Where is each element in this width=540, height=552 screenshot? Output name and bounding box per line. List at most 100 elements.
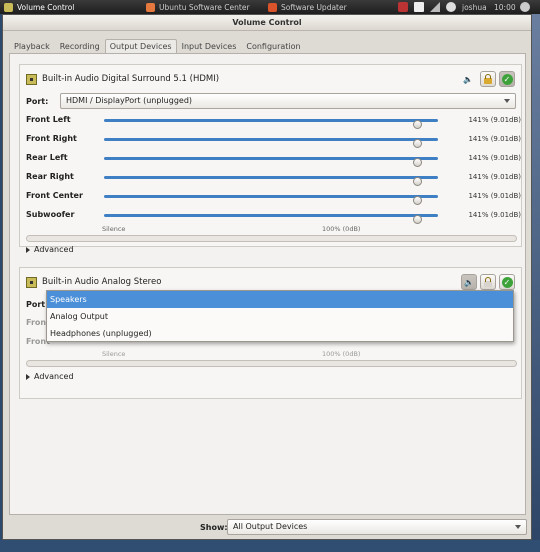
horizontal-scrollbar[interactable] xyxy=(26,360,517,367)
network-icon[interactable] xyxy=(430,2,440,12)
show-devices-select[interactable]: All Output Devices xyxy=(227,519,527,535)
audio-card-icon xyxy=(26,73,37,85)
channel-label: Rear Left xyxy=(26,153,68,162)
taskbar-item-software-updater[interactable]: Software Updater xyxy=(264,0,384,14)
volume-slider[interactable] xyxy=(104,138,438,148)
horizontal-scrollbar[interactable] xyxy=(26,235,517,242)
volume-slider[interactable] xyxy=(104,176,438,186)
device-header: Built-in Audio Digital Surround 5.1 (HDM… xyxy=(26,71,515,87)
channel-row-front-left: Front Left 141% (9.01dB) xyxy=(26,114,521,129)
power-icon[interactable] xyxy=(520,2,530,12)
lock-channels-button[interactable] xyxy=(480,71,496,87)
taskbar-item-label: Ubuntu Software Center xyxy=(159,2,250,12)
advanced-label: Advanced xyxy=(34,245,74,254)
check-icon: ✓ xyxy=(501,276,513,288)
channel-value: 141% (9.01dB) xyxy=(468,192,521,200)
volume-slider[interactable] xyxy=(104,195,438,205)
port-option-headphones[interactable]: Headphones (unplugged) xyxy=(47,325,513,342)
slider-handle[interactable] xyxy=(413,215,422,224)
advanced-label: Advanced xyxy=(34,372,74,381)
top-panel: Volume Control Ubuntu Software Center So… xyxy=(0,0,540,14)
channel-row-front-right: Front Right 141% (9.01dB) xyxy=(26,133,521,148)
taskbar-item-software-center[interactable]: Ubuntu Software Center xyxy=(142,0,262,14)
software-center-app-icon xyxy=(146,2,155,12)
chevron-down-icon xyxy=(504,99,510,103)
slider-handle[interactable] xyxy=(413,139,422,148)
channel-row-subwoofer: Subwoofer 141% (9.01dB) xyxy=(26,209,521,224)
window-titlebar[interactable]: Volume Control xyxy=(3,15,531,31)
port-select-value: HDMI / DisplayPort (unplugged) xyxy=(66,96,193,105)
mute-button[interactable]: 🔈 xyxy=(461,274,477,290)
scale-100-label: 100% (0dB) xyxy=(322,350,361,358)
device-name: Built-in Audio Analog Stereo xyxy=(42,277,162,287)
port-dropdown-menu: Speakers Analog Output Headphones (unplu… xyxy=(46,290,514,342)
lock-icon xyxy=(484,73,492,84)
channel-row-rear-right: Rear Right 141% (9.01dB) xyxy=(26,171,521,186)
port-option-analog-output[interactable]: Analog Output xyxy=(47,308,513,325)
tab-configuration[interactable]: Configuration xyxy=(241,39,305,53)
device-header: Built-in Audio Analog Stereo 🔈 ✓ xyxy=(26,274,515,290)
channel-label: Subwoofer xyxy=(26,210,75,219)
channel-row-rear-left: Rear Left 141% (9.01dB) xyxy=(26,152,521,167)
port-option-speakers[interactable]: Speakers xyxy=(47,291,513,308)
slider-handle[interactable] xyxy=(413,196,422,205)
advanced-expander[interactable]: Advanced xyxy=(26,245,74,254)
tab-bar: Playback Recording Output Devices Input … xyxy=(9,39,306,53)
taskbar-item-label: Software Updater xyxy=(281,2,347,12)
device-name: Built-in Audio Digital Surround 5.1 (HDM… xyxy=(42,74,220,84)
show-label: Show: xyxy=(200,523,228,532)
channel-label: Front Left xyxy=(26,115,71,124)
desktop-background-bottom xyxy=(0,540,540,552)
tab-recording[interactable]: Recording xyxy=(55,39,105,53)
user-name[interactable]: joshua xyxy=(458,0,491,14)
volume-control-app-icon xyxy=(4,2,13,12)
window-title: Volume Control xyxy=(232,18,302,27)
scale-100-label: 100% (0dB) xyxy=(322,225,361,233)
show-filter-bar: Show: All Output Devices xyxy=(9,519,527,537)
check-icon: ✓ xyxy=(501,73,513,85)
tab-playback[interactable]: Playback xyxy=(9,39,55,53)
software-updater-app-icon xyxy=(268,2,277,12)
output-devices-panel: Built-in Audio Digital Surround 5.1 (HDM… xyxy=(9,53,526,515)
desktop-background xyxy=(532,14,540,552)
set-default-button[interactable]: ✓ xyxy=(499,274,515,290)
port-label: Port: xyxy=(26,97,49,106)
tab-output-devices[interactable]: Output Devices xyxy=(104,39,177,53)
volume-slider[interactable] xyxy=(104,214,438,224)
channel-value: 141% (9.01dB) xyxy=(468,173,521,181)
port-select[interactable]: HDMI / DisplayPort (unplugged) xyxy=(60,93,516,109)
scale-silence-label: Silence xyxy=(102,350,126,358)
volume-icon[interactable] xyxy=(446,2,456,12)
audio-card-icon xyxy=(26,276,37,288)
volume-slider[interactable] xyxy=(104,157,438,167)
channel-value: 141% (9.01dB) xyxy=(468,154,521,162)
tab-input-devices[interactable]: Input Devices xyxy=(177,39,242,53)
mail-icon[interactable] xyxy=(414,2,424,12)
lock-channels-button[interactable] xyxy=(480,274,496,290)
channel-value: 141% (9.01dB) xyxy=(468,211,521,219)
volume-control-window: Volume Control Playback Recording Output… xyxy=(2,14,532,540)
tray-app-icon[interactable] xyxy=(398,2,408,12)
scale-silence-label: Silence xyxy=(102,225,126,233)
slider-handle[interactable] xyxy=(413,177,422,186)
advanced-expander[interactable]: Advanced xyxy=(26,372,74,381)
channel-label: Front Center xyxy=(26,191,83,200)
show-select-value: All Output Devices xyxy=(233,522,308,531)
lock-icon xyxy=(484,276,492,287)
slider-handle[interactable] xyxy=(413,120,422,129)
channel-label: Rear Right xyxy=(26,172,74,181)
volume-slider[interactable] xyxy=(104,119,438,129)
slider-handle[interactable] xyxy=(413,158,422,167)
device-header-buttons: 🔈 ✓ xyxy=(461,274,515,290)
speaker-icon: 🔈 xyxy=(464,277,474,287)
expander-arrow-icon xyxy=(26,373,30,380)
set-default-button[interactable]: ✓ xyxy=(499,71,515,87)
taskbar-item-volume-control[interactable]: Volume Control xyxy=(0,0,140,14)
channel-value: 141% (9.01dB) xyxy=(468,116,521,124)
chevron-down-icon xyxy=(515,525,521,529)
clock[interactable]: 10:00 xyxy=(490,0,520,14)
speaker-icon: 🔈 xyxy=(463,74,473,84)
channel-value: 141% (9.01dB) xyxy=(468,135,521,143)
channel-row-front-center: Front Center 141% (9.01dB) xyxy=(26,190,521,205)
channel-label: Front Right xyxy=(26,134,77,143)
